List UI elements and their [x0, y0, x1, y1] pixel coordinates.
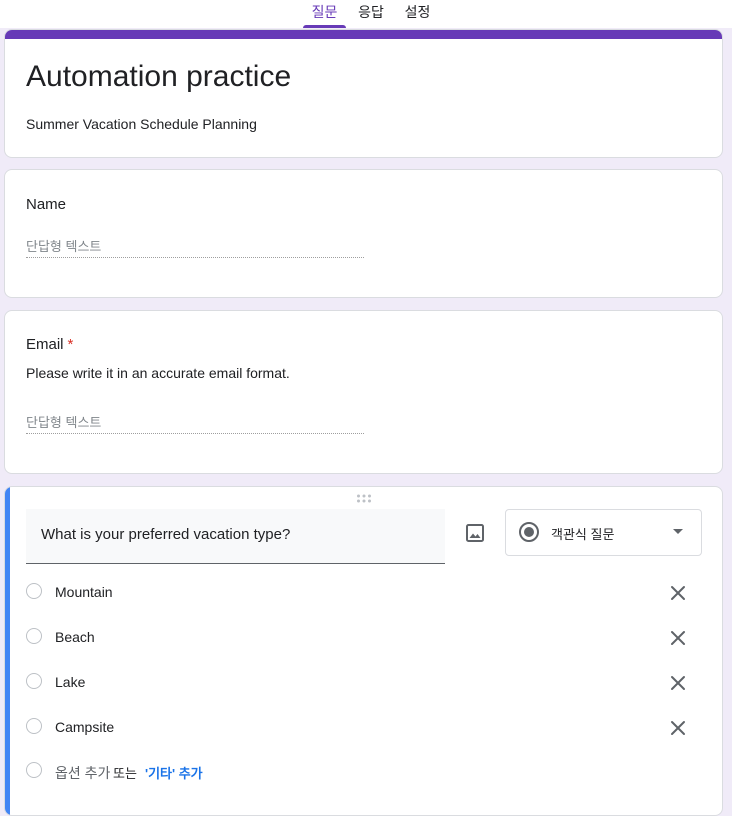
option-row[interactable]: Mountain: [26, 582, 706, 606]
radio-placeholder: [26, 628, 42, 644]
drag-handle-icon[interactable]: [356, 494, 372, 503]
image-icon[interactable]: [463, 521, 487, 545]
add-option-row: 옵션 추가 또는 '기타' 추가: [26, 761, 706, 785]
short-answer-placeholder: 단답형 텍스트: [26, 412, 364, 434]
option-row[interactable]: Lake: [26, 672, 706, 696]
radio-placeholder: [26, 718, 42, 734]
question-card-vacation[interactable]: What is your preferred vacation type? 객관…: [4, 486, 723, 816]
option-label[interactable]: Campsite: [55, 719, 114, 735]
form-header-card[interactable]: Automation practice Summer Vacation Sche…: [4, 29, 723, 158]
add-other-button[interactable]: '기타' 추가: [145, 763, 203, 782]
question-title-input[interactable]: What is your preferred vacation type?: [26, 509, 445, 564]
tab-responses[interactable]: 응답: [355, 0, 387, 28]
tab-settings[interactable]: 설정: [401, 0, 434, 28]
option-label[interactable]: Beach: [55, 629, 95, 645]
question-description: Please write it in an accurate email for…: [26, 365, 290, 381]
arrow-drop-down-icon: [673, 529, 683, 534]
radio-button-checked-icon: [519, 522, 539, 542]
question-type-dropdown[interactable]: 객관식 질문: [505, 509, 702, 556]
question-title-text: Email: [26, 336, 64, 353]
theme-accent-bar: [5, 30, 722, 39]
form-title[interactable]: Automation practice: [26, 60, 291, 94]
tab-bar: 질문 응답 설정: [0, 0, 732, 28]
close-icon[interactable]: [666, 671, 690, 695]
option-row[interactable]: Beach: [26, 627, 706, 651]
or-text: 또는: [113, 766, 137, 781]
question-title: Name: [26, 196, 67, 213]
tab-questions[interactable]: 질문: [303, 0, 346, 28]
short-answer-placeholder: 단답형 텍스트: [26, 236, 364, 258]
option-label[interactable]: Mountain: [55, 584, 113, 600]
add-option-button[interactable]: 옵션 추가: [55, 763, 110, 783]
active-question-indicator: [5, 487, 10, 815]
option-row[interactable]: Campsite: [26, 717, 706, 741]
question-card-name[interactable]: Name 단답형 텍스트: [4, 169, 723, 298]
question-title: Email *: [26, 336, 73, 353]
option-label[interactable]: Lake: [55, 674, 85, 690]
radio-placeholder: [26, 762, 42, 778]
close-icon[interactable]: [666, 716, 690, 740]
radio-placeholder: [26, 583, 42, 599]
form-description[interactable]: Summer Vacation Schedule Planning: [26, 116, 257, 132]
close-icon[interactable]: [666, 626, 690, 650]
radio-placeholder: [26, 673, 42, 689]
close-icon[interactable]: [666, 581, 690, 605]
question-card-email[interactable]: Email * Please write it in an accurate em…: [4, 310, 723, 474]
question-type-label: 객관식 질문: [551, 527, 615, 542]
required-asterisk: *: [67, 336, 74, 353]
